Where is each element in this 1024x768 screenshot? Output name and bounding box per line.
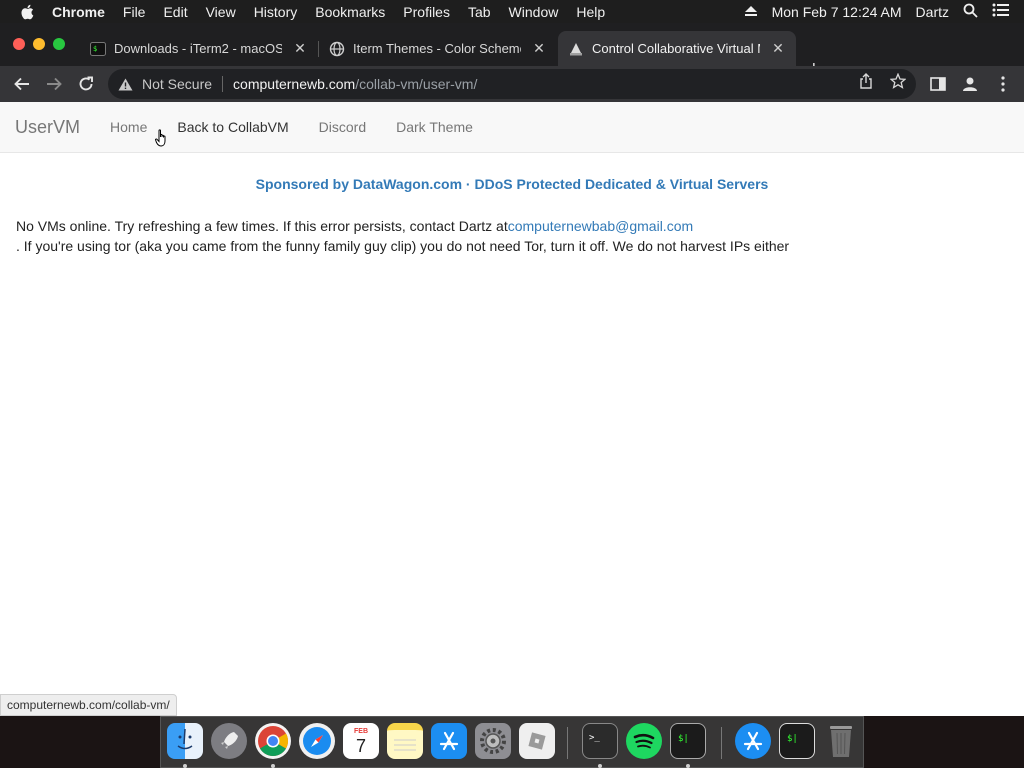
- no-vms-message: No VMs online. Try refreshing a few time…: [16, 216, 1006, 256]
- running-indicator: [183, 764, 187, 768]
- globe-icon: [329, 41, 345, 57]
- contact-email-link[interactable]: computernewbab@gmail.com: [508, 218, 693, 234]
- tab-iterm-themes[interactable]: Iterm Themes - Color Schemes ✕: [319, 31, 557, 66]
- menu-app-chrome[interactable]: Chrome: [52, 4, 105, 20]
- chrome-menu-kebab-icon[interactable]: [994, 75, 1012, 93]
- nav-discord[interactable]: Discord: [319, 119, 366, 135]
- finder-icon[interactable]: [167, 723, 203, 759]
- warning-triangle-icon[interactable]: [118, 78, 136, 91]
- menu-edit[interactable]: Edit: [163, 4, 187, 20]
- menu-user[interactable]: Dartz: [916, 4, 949, 20]
- forward-arrow-icon[interactable]: [44, 74, 64, 94]
- menu-window[interactable]: Window: [509, 4, 559, 20]
- tab-control-collaborative-vm[interactable]: Control Collaborative Virtual M ✕: [558, 31, 796, 66]
- menu-bookmarks[interactable]: Bookmarks: [315, 4, 385, 20]
- tab-downloads-iterm2[interactable]: $ Downloads - iTerm2 - macOS T ✕: [80, 31, 318, 66]
- control-center-icon[interactable]: [992, 3, 1010, 20]
- dock: FEB 7 >_ $| $|: [160, 716, 864, 768]
- iterm-icon: $: [90, 41, 106, 57]
- tab-title: Control Collaborative Virtual M: [592, 41, 760, 56]
- menu-history[interactable]: History: [254, 4, 298, 20]
- url-path: /collab-vm/user-vm/: [355, 76, 478, 92]
- menu-help[interactable]: Help: [576, 4, 605, 20]
- site-brand[interactable]: UserVM: [15, 117, 80, 138]
- hand-pointer-cursor-icon: [155, 129, 169, 152]
- tab-strip: $ Downloads - iTerm2 - macOS T ✕ Iterm T…: [0, 23, 1024, 79]
- window-zoom-button[interactable]: [53, 38, 65, 50]
- collabvm-icon: [568, 41, 584, 57]
- tab-title: Iterm Themes - Color Schemes: [353, 41, 521, 56]
- menu-profiles[interactable]: Profiles: [403, 4, 450, 20]
- launchpad-icon[interactable]: [211, 723, 247, 759]
- message-prefix: No VMs online. Try refreshing a few time…: [16, 218, 508, 234]
- system-preferences-icon[interactable]: [475, 723, 511, 759]
- nav-dark-theme[interactable]: Dark Theme: [396, 119, 473, 135]
- url-host: computernewb.com: [233, 76, 356, 92]
- web-page: UserVM Home Back to CollabVM Discord Dar…: [0, 102, 1024, 716]
- omnibox-divider: [222, 76, 224, 92]
- calendar-month: FEB: [354, 727, 368, 735]
- nav-home[interactable]: Home: [110, 119, 147, 135]
- svg-text:$|: $|: [678, 734, 689, 744]
- back-arrow-icon[interactable]: [12, 74, 32, 94]
- nav-back-to-collabvm[interactable]: Back to CollabVM: [177, 119, 288, 135]
- roblox-icon[interactable]: [519, 723, 555, 759]
- running-indicator: [271, 764, 275, 768]
- close-tab-icon[interactable]: ✕: [292, 40, 308, 57]
- close-tab-icon[interactable]: ✕: [770, 40, 786, 57]
- spotlight-search-icon[interactable]: [963, 3, 978, 21]
- browser-toolbar: Not Secure computernewb.com /collab-vm/u…: [0, 66, 1024, 102]
- menu-bar: Chrome File Edit View History Bookmarks …: [0, 0, 1024, 23]
- address-bar[interactable]: Not Secure computernewb.com /collab-vm/u…: [108, 69, 916, 99]
- dock-separator: [567, 727, 568, 759]
- terminal-icon[interactable]: >_: [582, 723, 618, 759]
- profile-avatar-icon[interactable]: [961, 75, 979, 93]
- window-minimize-button[interactable]: [33, 38, 45, 50]
- running-indicator: [598, 764, 602, 768]
- running-indicator: [686, 764, 690, 768]
- apple-menu-icon[interactable]: [20, 4, 34, 20]
- eject-icon[interactable]: [744, 4, 758, 20]
- menu-view[interactable]: View: [206, 4, 236, 20]
- svg-text:$: $: [93, 45, 97, 53]
- app-store-download-icon[interactable]: [735, 723, 771, 759]
- reload-icon[interactable]: [76, 74, 96, 94]
- message-suffix: . If you're using tor (aka you came from…: [16, 238, 790, 254]
- trash-icon[interactable]: [823, 723, 859, 759]
- calendar-icon[interactable]: FEB 7: [343, 723, 379, 759]
- spotify-icon[interactable]: [626, 723, 662, 759]
- iterm-file-icon[interactable]: $|: [779, 723, 815, 759]
- svg-text:$|: $|: [787, 734, 798, 744]
- iterm-icon[interactable]: $|: [670, 723, 706, 759]
- sponsor-link[interactable]: Sponsored by DataWagon.com · DDoS Protec…: [0, 176, 1024, 192]
- dock-separator: [721, 727, 722, 759]
- notes-icon[interactable]: [387, 723, 423, 759]
- close-tab-icon[interactable]: ✕: [531, 40, 547, 57]
- svg-text:>_: >_: [589, 733, 600, 743]
- site-navbar: UserVM Home Back to CollabVM Discord Dar…: [0, 102, 1024, 153]
- safari-icon[interactable]: [299, 723, 335, 759]
- chrome-icon[interactable]: [255, 723, 291, 759]
- share-icon[interactable]: [858, 73, 874, 89]
- bookmark-star-icon[interactable]: [890, 73, 906, 89]
- menu-tab[interactable]: Tab: [468, 4, 491, 20]
- menu-clock[interactable]: Mon Feb 7 12:24 AM: [772, 4, 902, 20]
- status-bar-url: computernewb.com/collab-vm/: [0, 694, 177, 716]
- tab-title: Downloads - iTerm2 - macOS T: [114, 41, 282, 56]
- side-panel-icon[interactable]: [929, 75, 947, 93]
- app-store-icon[interactable]: [431, 723, 467, 759]
- security-label[interactable]: Not Secure: [142, 76, 212, 92]
- window-close-button[interactable]: [13, 38, 25, 50]
- menu-file[interactable]: File: [123, 4, 146, 20]
- calendar-day: 7: [355, 735, 366, 756]
